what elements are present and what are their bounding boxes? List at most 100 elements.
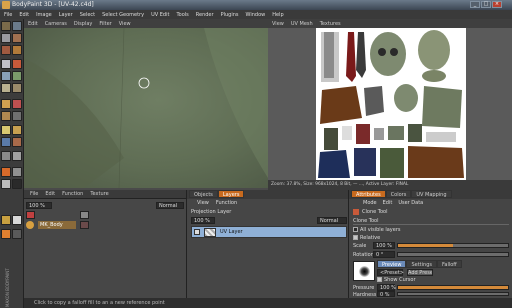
- menu-layer[interactable]: Layer: [59, 12, 73, 18]
- pressure-field[interactable]: 100 %: [377, 284, 396, 291]
- tab-falloff[interactable]: Falloff: [436, 260, 462, 268]
- attributes-panel: Attributes Colors UV Mapping Mode Edit Use…: [348, 190, 512, 298]
- layer-blend-select[interactable]: Normal: [317, 217, 347, 224]
- layers-menu-view[interactable]: View: [197, 199, 209, 207]
- menu-help[interactable]: Help: [272, 12, 283, 18]
- timeline-menu-function[interactable]: Function: [62, 191, 83, 197]
- grid-icon[interactable]: [1, 179, 11, 189]
- add-preset-button[interactable]: Add Preset: [407, 269, 433, 276]
- timeline-menu-file[interactable]: File: [30, 191, 38, 197]
- attr-menu-user-data[interactable]: User Data: [398, 199, 423, 207]
- eraser-icon[interactable]: [1, 71, 11, 81]
- viewport-menu-display[interactable]: Display: [74, 21, 92, 27]
- option-relative[interactable]: Relative: [349, 234, 512, 242]
- uv-layer-row[interactable]: UV Layer: [191, 226, 347, 238]
- show-cursor-checkbox[interactable]: [377, 277, 382, 282]
- redo-icon[interactable]: [12, 21, 22, 31]
- ellipse-select-icon[interactable]: [12, 111, 22, 121]
- close-button[interactable]: ×: [492, 1, 502, 8]
- gradient-icon[interactable]: [12, 137, 22, 147]
- hardness-field[interactable]: 0 %: [377, 291, 395, 298]
- pressure-slider[interactable]: [397, 285, 509, 290]
- relative-checkbox[interactable]: [353, 235, 358, 240]
- background-color-swatch[interactable]: [12, 215, 22, 225]
- menu-window[interactable]: Window: [246, 12, 266, 18]
- fill-icon[interactable]: [12, 71, 22, 81]
- layer-opacity-field[interactable]: 100 %: [191, 217, 215, 224]
- menu-select-geometry[interactable]: Select Geometry: [102, 12, 144, 18]
- paint-mode-icon[interactable]: [1, 229, 11, 239]
- preset-select[interactable]: <Preset>: [377, 269, 404, 276]
- viewport-menu-cameras[interactable]: Cameras: [45, 21, 67, 27]
- visible-layers-checkbox[interactable]: [353, 227, 358, 232]
- menu-render[interactable]: Render: [196, 12, 214, 18]
- uv-menu-uv-mesh[interactable]: UV Mesh: [291, 21, 313, 27]
- brush-icon[interactable]: [1, 59, 11, 69]
- option-show-cursor[interactable]: Show Cursor: [373, 276, 512, 284]
- tab-uv-mapping[interactable]: UV Mapping: [411, 190, 452, 198]
- tab-layers[interactable]: Layers: [217, 190, 245, 198]
- uv-menu-textures[interactable]: Textures: [320, 21, 341, 27]
- timeline-menu-edit[interactable]: Edit: [45, 191, 55, 197]
- tab-colors[interactable]: Colors: [385, 190, 412, 198]
- scale-slider[interactable]: [397, 243, 509, 248]
- projection-icon[interactable]: [1, 137, 11, 147]
- layers-menu-function[interactable]: Function: [216, 199, 237, 207]
- menu-plugins[interactable]: Plugins: [221, 12, 239, 18]
- hardness-slider[interactable]: [397, 292, 509, 296]
- texture-thumb-icon: [80, 211, 89, 219]
- attr-menu-mode[interactable]: Mode: [363, 199, 377, 207]
- attr-menu-edit[interactable]: Edit: [383, 199, 393, 207]
- option-visible-layers[interactable]: All visible layers: [349, 226, 512, 234]
- visibility-icon[interactable]: [194, 229, 200, 235]
- opacity-field[interactable]: 100 %: [26, 202, 52, 209]
- menu-select[interactable]: Select: [80, 12, 95, 18]
- viewport-menu-view[interactable]: View: [119, 21, 131, 27]
- scale-icon[interactable]: [1, 45, 11, 55]
- rotate-icon[interactable]: [12, 45, 22, 55]
- lasso-icon[interactable]: [12, 99, 22, 109]
- tab-preview[interactable]: Preview: [377, 260, 407, 268]
- dodge-icon[interactable]: [12, 83, 22, 93]
- minimize-button[interactable]: _: [470, 1, 480, 8]
- texture-islands: [318, 30, 464, 178]
- blend-mode-select[interactable]: Normal: [156, 202, 184, 209]
- timeline-menu-texture[interactable]: Texture: [90, 191, 108, 197]
- layer-mode-icon[interactable]: [12, 229, 22, 239]
- star-icon[interactable]: [1, 167, 11, 177]
- uv-menu-view[interactable]: View: [272, 21, 284, 27]
- camera-icon[interactable]: [1, 151, 11, 161]
- material-icon[interactable]: [80, 221, 89, 229]
- zoom-icon[interactable]: [12, 151, 22, 161]
- scale-field[interactable]: 100 %: [373, 242, 395, 249]
- tab-settings[interactable]: Settings: [406, 260, 437, 268]
- clone-icon[interactable]: [12, 59, 22, 69]
- lock-icon[interactable]: [1, 215, 11, 225]
- rotation-field[interactable]: 0 °: [373, 251, 395, 258]
- viewport-menu-edit[interactable]: Edit: [28, 21, 38, 27]
- magic-wand-icon[interactable]: [1, 99, 11, 109]
- tab-attributes[interactable]: Attributes: [351, 190, 386, 198]
- smudge-icon[interactable]: [1, 83, 11, 93]
- menu-file[interactable]: File: [4, 12, 12, 18]
- foreground-color-swatch[interactable]: [12, 179, 22, 189]
- object-name[interactable]: MK_Body: [38, 221, 76, 229]
- 3d-viewport[interactable]: [24, 28, 268, 188]
- rotation-slider[interactable]: [397, 252, 509, 257]
- line-icon[interactable]: [12, 125, 22, 135]
- viewport-menu-filter[interactable]: Filter: [99, 21, 111, 27]
- menu-image[interactable]: Image: [36, 12, 52, 18]
- menu-tools[interactable]: Tools: [176, 12, 188, 18]
- settings-icon[interactable]: [12, 167, 22, 177]
- menu-uv-edit[interactable]: UV Edit: [151, 12, 169, 18]
- tab-objects[interactable]: Objects: [189, 190, 218, 198]
- undo-icon[interactable]: [1, 21, 11, 31]
- text-icon[interactable]: [1, 125, 11, 135]
- select-icon[interactable]: [1, 33, 11, 43]
- object-icon: [26, 221, 34, 229]
- move-icon[interactable]: [12, 33, 22, 43]
- uv-view[interactable]: [268, 28, 512, 180]
- maximize-button[interactable]: □: [481, 1, 491, 8]
- menu-edit[interactable]: Edit: [19, 12, 29, 18]
- rectangle-select-icon[interactable]: [1, 111, 11, 121]
